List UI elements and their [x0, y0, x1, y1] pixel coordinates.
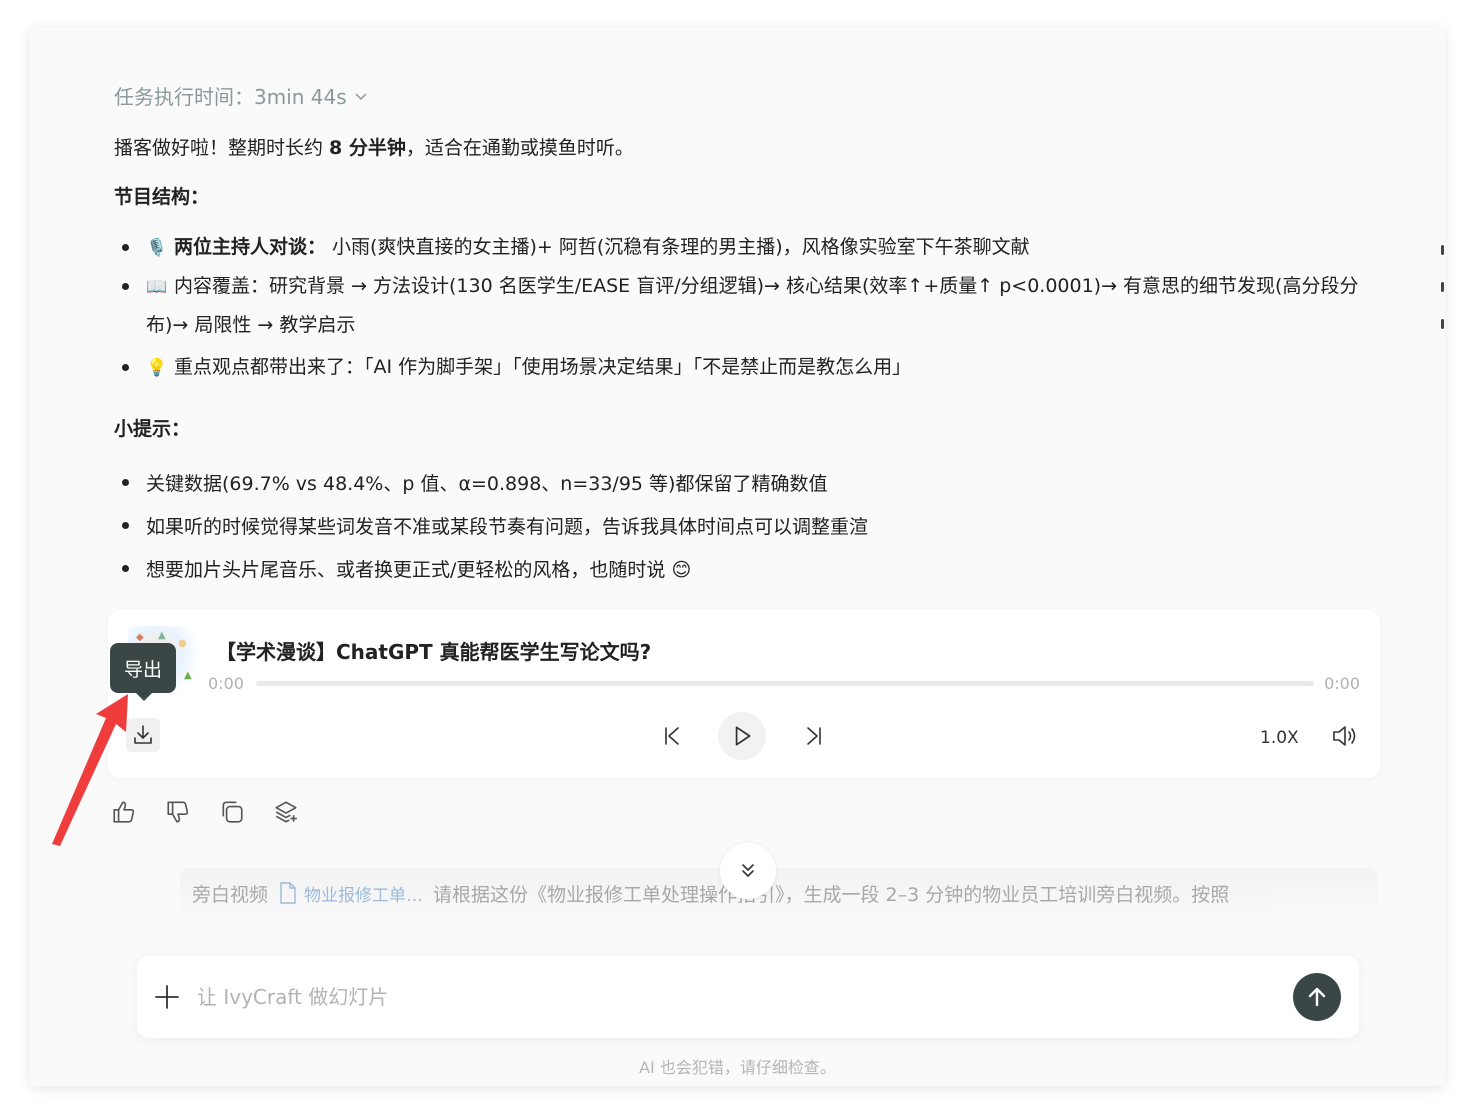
copy-icon	[222, 801, 243, 823]
lightbulb-icon: 💡	[146, 358, 168, 378]
chevron-down-icon	[355, 92, 367, 100]
export-tooltip: 导出	[110, 643, 176, 701]
scroll-rail[interactable]	[1439, 218, 1445, 329]
microphone-icon: 🎙️	[146, 238, 168, 258]
dislike-button[interactable]	[164, 798, 192, 826]
tips-list: 关键数据(69.7% vs 48.4%、p 值、α=0.898、n=33/95 …	[114, 463, 1374, 592]
exec-time-toggle[interactable]: 任务执行时间：3min 44s	[114, 81, 369, 110]
skip-back-button[interactable]	[656, 720, 688, 752]
copy-button[interactable]	[218, 798, 246, 826]
volume-button[interactable]	[1328, 720, 1360, 752]
document-icon	[280, 882, 296, 904]
message-text: 请根据这份《物业报修工单处理操作指引》，生成一段 2–3 分钟的物业员工培训旁白…	[433, 883, 1230, 906]
volume-icon	[1333, 726, 1356, 746]
send-button[interactable]	[1293, 973, 1341, 1021]
progress-bar[interactable]	[256, 681, 1314, 686]
intro-text: 播客做好啦！整期时长约 8 分半钟，适合在通勤或摸鱼时听。	[114, 137, 634, 159]
chat-window: 任务执行时间：3min 44s 播客做好啦！整期时长约 8 分半钟，适合在通勤或…	[30, 28, 1445, 1086]
list-item: 如果听的时候觉得某些词发音不准或某段节奏有问题，告诉我具体时间点可以调整重渲	[114, 506, 1374, 549]
scroll-to-bottom-button[interactable]	[720, 843, 776, 899]
thumbs-down-icon	[167, 801, 189, 823]
list-item: 🎙️ 两位主持人对谈： 小雨(爽快直接的女主播)+ 阿哲(沉稳有条理的男主播)，风…	[114, 228, 1374, 267]
skip-forward-button[interactable]	[798, 720, 830, 752]
previous-user-message[interactable]: 旁白视频 物业报修工单… 请根据这份《物业报修工单处理操作指引》，生成一段 2–…	[180, 868, 1378, 918]
thumbs-up-icon	[113, 801, 135, 823]
list-item: 📖 内容覆盖：研究背景 → 方法设计(130 名医学生/EASE 盲评/分组逻辑)…	[114, 267, 1364, 344]
exec-time-label: 任务执行时间：3min 44s	[114, 85, 347, 109]
save-button[interactable]	[272, 798, 300, 826]
play-button[interactable]	[718, 712, 766, 760]
message-composer	[137, 956, 1359, 1038]
double-chevron-down-icon	[742, 864, 754, 877]
audio-player: ◆ ▲ ● ■ ◆ ▲ ● 【学术漫谈】ChatGPT 真能帮医学生写论文吗? …	[108, 610, 1380, 778]
list-item: 关键数据(69.7% vs 48.4%、p 值、α=0.898、n=33/95 …	[114, 463, 1374, 506]
list-item: 想要加片头片尾音乐、或者换更正式/更轻松的风格，也随时说 😊	[114, 549, 1374, 592]
skip-forward-icon	[807, 727, 821, 745]
playback-speed-button[interactable]: 1.0X	[1260, 728, 1299, 748]
message-input[interactable]	[197, 974, 1277, 1020]
message-actions	[110, 798, 300, 826]
disclaimer: AI 也会犯错，请仔细检查。	[639, 1058, 836, 1077]
tips-heading: 小提示：	[114, 418, 191, 440]
like-button[interactable]	[110, 798, 138, 826]
file-attachment[interactable]: 物业报修工单…	[278, 881, 423, 906]
book-icon: 📖	[146, 277, 168, 297]
total-time: 0:00	[1324, 674, 1360, 693]
podcast-title: 【学术漫谈】ChatGPT 真能帮医学生写论文吗?	[216, 640, 652, 664]
list-item: 💡 重点观点都带出来了：「AI 作为脚手架」「使用场景决定结果」「不是禁止而是教怎…	[114, 348, 1374, 387]
plus-icon[interactable]	[153, 983, 181, 1011]
arrow-up-icon	[1308, 987, 1326, 1007]
message-tag: 旁白视频	[192, 883, 269, 906]
play-icon	[735, 726, 751, 746]
structure-list: 🎙️ 两位主持人对谈： 小雨(爽快直接的女主播)+ 阿哲(沉稳有条理的男主播)，风…	[114, 228, 1374, 387]
skip-back-icon	[665, 727, 679, 745]
layers-icon	[275, 801, 297, 823]
current-time: 0:00	[208, 674, 244, 693]
structure-heading: 节目结构：	[114, 186, 210, 208]
